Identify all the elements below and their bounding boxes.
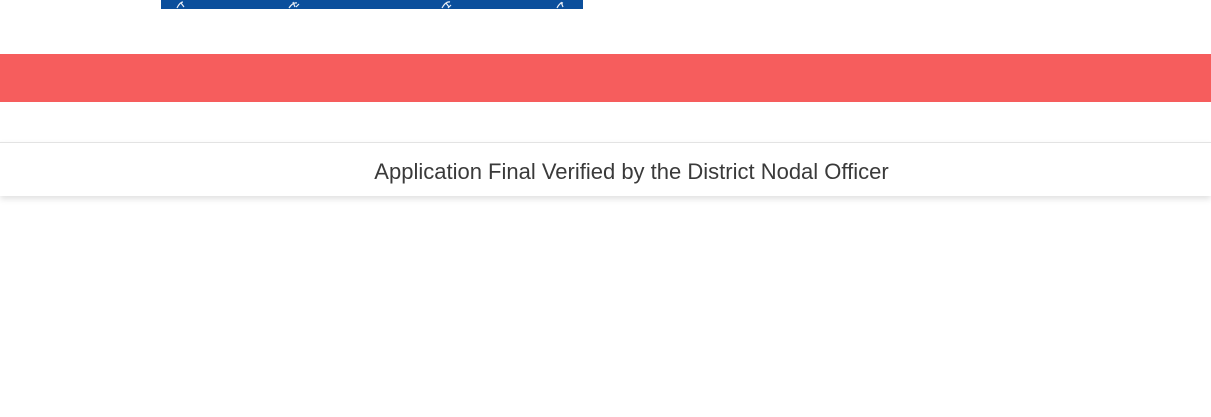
status-message: Application Final Verified by the Distri… bbox=[374, 159, 889, 184]
header-logo-banner bbox=[161, 0, 583, 9]
navigation-bar bbox=[0, 54, 1211, 102]
emblem-banner-logo-icon bbox=[161, 0, 583, 9]
page: Application Final Verified by the Distri… bbox=[0, 0, 1211, 417]
status-banner: Application Final Verified by the Distri… bbox=[0, 142, 1211, 196]
